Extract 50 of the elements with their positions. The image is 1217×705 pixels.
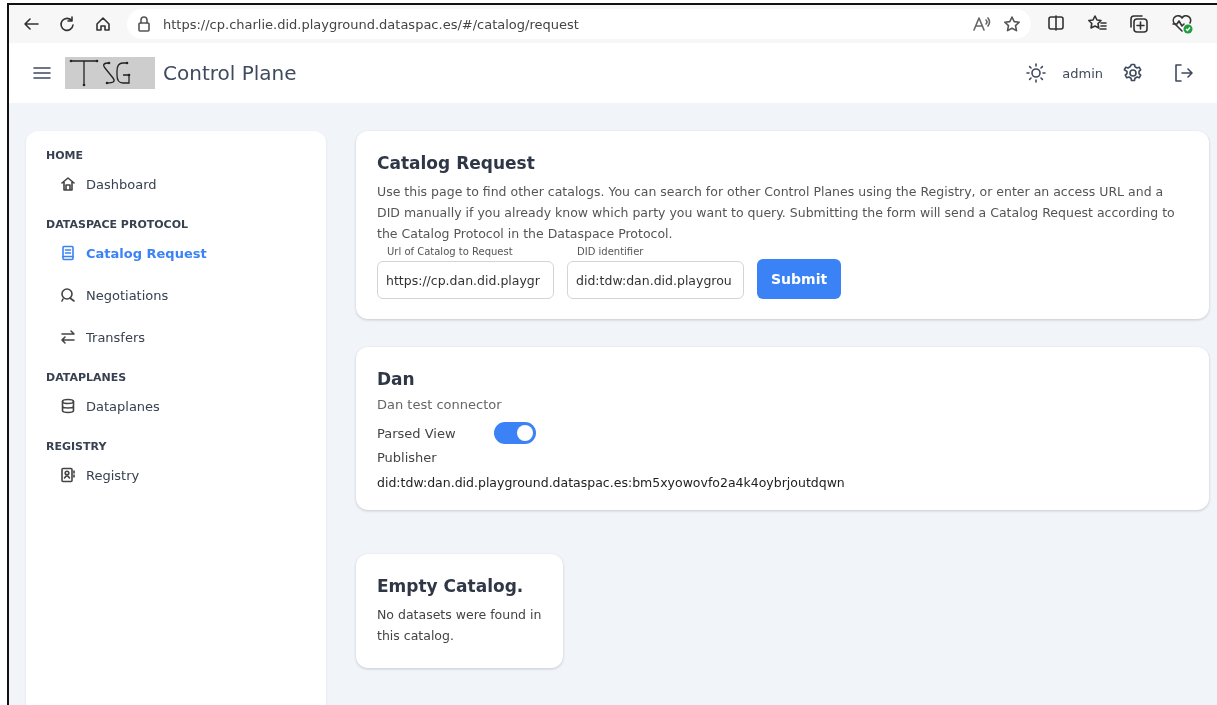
sidebar-item[interactable]: Catalog Request	[46, 245, 207, 261]
menu-icon	[33, 66, 51, 80]
database-icon	[60, 398, 76, 414]
lock-icon	[137, 16, 151, 32]
sidebar-item[interactable]: Transfers	[46, 329, 146, 345]
book-icon	[60, 245, 76, 261]
sidebar-item[interactable]: Registry	[46, 467, 140, 483]
home-icon[interactable]	[94, 15, 112, 33]
sidebar-heading: DATAPLANES	[46, 371, 128, 384]
input-field[interactable]: https://cp.dan.did.playgr	[377, 261, 554, 299]
toggle-label: Parsed View	[377, 425, 456, 441]
user-name: admin	[1062, 65, 1103, 81]
logout-button[interactable]	[1173, 63, 1193, 83]
toggle-switch[interactable]	[493, 422, 536, 444]
submit-button[interactable]: Submit	[757, 259, 842, 299]
logout-icon	[1173, 63, 1193, 83]
heart-check-icon[interactable]	[1171, 14, 1193, 34]
favorites-icon[interactable]	[1087, 14, 1107, 32]
input-field[interactable]: did:tdw:dan.did.playgrou	[567, 261, 744, 299]
menu-button[interactable]	[33, 66, 51, 80]
publisher-value: did:tdw:dan.did.playground.dataspac.es:bm5xyowovfo2a4k4oybrjoutdqwn	[377, 475, 846, 490]
empty-message: No datasets were found in this catalog.	[377, 606, 542, 645]
field-label: Url of Catalog to Request	[387, 246, 514, 257]
read-aloud-icon[interactable]	[973, 16, 991, 32]
card-title: Dan	[377, 369, 416, 389]
reload-icon[interactable]	[58, 15, 76, 33]
publisher-label: Publisher	[377, 450, 438, 465]
sidebar-heading: HOME	[46, 149, 85, 162]
split-screen-icon[interactable]	[1047, 14, 1065, 32]
arrows-icon	[60, 329, 76, 345]
card-description: Use this page to find other catalogs. You can search for other Control Planes using the Registry, or enter an access URL and a DID manually if you already know which party you want to query. Submitting the form will send a Catalog Request according to the Catalog Protocol in the Dataspace Protocol.	[377, 183, 1176, 243]
back-icon[interactable]	[22, 15, 40, 33]
sidebar-heading: REGISTRY	[46, 440, 108, 453]
card-subtitle: Dan test connector	[377, 397, 503, 412]
card-title: Empty Catalog.	[377, 576, 525, 596]
settings-icon	[1123, 63, 1143, 83]
sidebar-item[interactable]: Dashboard	[46, 176, 157, 192]
theme-button[interactable]	[1026, 63, 1047, 83]
collections-icon[interactable]	[1129, 14, 1149, 34]
settings-button[interactable]	[1123, 63, 1143, 83]
card-title: Catalog Request	[377, 153, 536, 173]
sun-icon	[1026, 63, 1047, 83]
field-label: DID identifier	[577, 246, 645, 257]
sidebar-item[interactable]: Negotiations	[46, 287, 169, 303]
app-title: Control Plane	[163, 61, 298, 85]
contact-card-icon	[60, 467, 76, 483]
sidebar-heading: DATASPACE PROTOCOL	[46, 218, 190, 231]
sidebar-item[interactable]: Dataplanes	[46, 398, 160, 414]
star-icon[interactable]	[1003, 15, 1021, 33]
house-icon	[60, 176, 76, 192]
